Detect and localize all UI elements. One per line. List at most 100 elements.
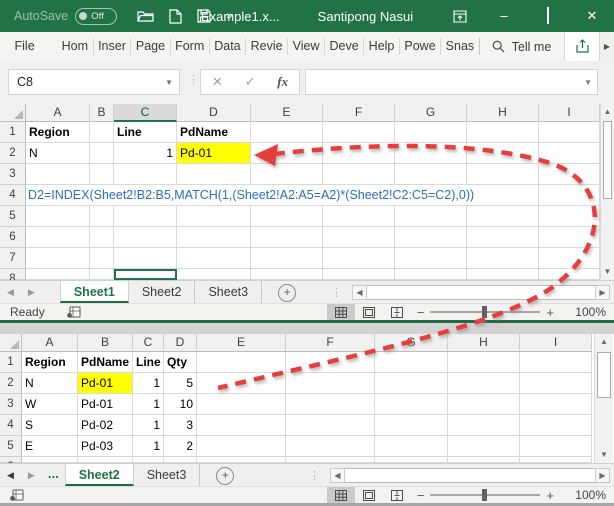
cell-d3[interactable]: 10 — [164, 394, 197, 415]
zoom-out-icon[interactable]: − — [411, 305, 431, 320]
cell[interactable] — [323, 248, 395, 269]
cancel-entry-icon[interactable]: ✕ — [212, 74, 223, 90]
column-header-f[interactable]: F — [323, 104, 395, 122]
sheet-tab-sheet1[interactable]: Sheet1 — [60, 281, 129, 303]
macro-record-icon[interactable] — [67, 306, 81, 318]
zoom-slider-thumb[interactable] — [482, 489, 487, 501]
row-header-3[interactable]: 3 — [0, 164, 26, 185]
cell[interactable] — [114, 164, 177, 185]
column-header-e[interactable]: E — [251, 104, 323, 122]
cell[interactable] — [197, 415, 286, 436]
column-header-f[interactable]: F — [286, 334, 375, 352]
cell[interactable] — [539, 269, 600, 280]
open-folder-icon[interactable] — [137, 9, 154, 23]
cell[interactable] — [114, 227, 177, 248]
column-header-c-selected[interactable]: C — [114, 104, 177, 122]
cell[interactable] — [114, 248, 177, 269]
cell[interactable] — [323, 227, 395, 248]
row-header-4[interactable]: 4 — [0, 185, 26, 206]
cell[interactable] — [177, 227, 251, 248]
tab-insert[interactable]: Inser — [94, 38, 132, 55]
scrollbar-thumb[interactable] — [603, 121, 612, 199]
cell[interactable] — [375, 436, 448, 457]
select-all-corner[interactable] — [0, 334, 22, 352]
autosave-toggle[interactable]: Off — [75, 8, 117, 25]
cell[interactable] — [286, 415, 375, 436]
selected-cell-c8[interactable] — [114, 269, 177, 280]
hscroll-right-icon[interactable]: ▶ — [595, 285, 610, 300]
cell[interactable] — [286, 352, 375, 373]
cell[interactable] — [197, 352, 286, 373]
cell[interactable] — [251, 269, 323, 280]
cell[interactable] — [375, 394, 448, 415]
cell[interactable] — [197, 394, 286, 415]
cell-d1[interactable]: Qty — [164, 352, 197, 373]
column-header-d[interactable]: D — [164, 334, 197, 352]
cell-b5[interactable]: Pd-03 — [78, 436, 133, 457]
cell[interactable] — [251, 248, 323, 269]
cell[interactable] — [520, 436, 592, 457]
tab-page-layout[interactable]: Page — [131, 38, 170, 55]
tab-home[interactable]: Hom — [57, 38, 93, 55]
new-document-icon[interactable] — [169, 9, 182, 24]
row-header-4[interactable]: 4 — [0, 415, 22, 436]
cell[interactable] — [286, 373, 375, 394]
row-header-6[interactable]: 6 — [0, 227, 26, 248]
new-sheet-icon[interactable]: + — [216, 467, 234, 485]
cell[interactable] — [114, 206, 177, 227]
page-layout-view-icon[interactable] — [355, 304, 383, 321]
tab-scroll-right-icon[interactable]: ▶ — [21, 464, 42, 486]
column-header-h[interactable]: H — [448, 334, 520, 352]
cell[interactable] — [375, 352, 448, 373]
horizontal-scrollbar[interactable]: ⋮ ◀ ▶ — [309, 464, 610, 486]
tab-developer[interactable]: Deve — [325, 38, 364, 55]
page-break-view-icon[interactable] — [383, 487, 411, 504]
cell[interactable] — [251, 227, 323, 248]
tab-data[interactable]: Data — [210, 38, 246, 55]
normal-view-icon[interactable] — [327, 487, 355, 504]
cell[interactable] — [467, 143, 539, 164]
hscroll-left-icon[interactable]: ◀ — [352, 285, 367, 300]
row-header-3[interactable]: 3 — [0, 394, 22, 415]
tab-help[interactable]: Help — [364, 38, 400, 55]
cell[interactable] — [395, 269, 467, 280]
cell[interactable] — [177, 269, 251, 280]
cell-b2-highlighted[interactable]: Pd-01 — [78, 373, 133, 394]
column-header-a[interactable]: A — [22, 334, 78, 352]
cell[interactable] — [323, 122, 395, 143]
cell[interactable] — [395, 248, 467, 269]
cell[interactable] — [90, 248, 114, 269]
cell[interactable] — [26, 164, 90, 185]
cell-b3[interactable]: Pd-01 — [78, 394, 133, 415]
zoom-level[interactable]: 100% — [568, 305, 606, 319]
cell-a3[interactable]: W — [22, 394, 78, 415]
cell[interactable] — [197, 436, 286, 457]
cell[interactable] — [395, 122, 467, 143]
tab-formulas[interactable]: Form — [171, 38, 210, 55]
row-header-5[interactable]: 5 — [0, 206, 26, 227]
cell[interactable] — [539, 206, 600, 227]
scroll-up-icon[interactable]: ▲ — [595, 334, 613, 350]
row-header-1[interactable]: 1 — [0, 352, 22, 373]
zoom-slider-thumb[interactable] — [482, 306, 487, 318]
cell[interactable] — [539, 227, 600, 248]
cell[interactable] — [26, 227, 90, 248]
zoom-slider[interactable] — [430, 311, 540, 313]
select-all-corner[interactable] — [0, 104, 26, 122]
cell-d1[interactable]: PdName — [177, 122, 251, 143]
formula-bar-expand-icon[interactable]: ▼ — [584, 78, 592, 87]
cell[interactable] — [251, 164, 323, 185]
cell[interactable] — [323, 143, 395, 164]
tab-scroll-left-icon[interactable]: ◀ — [0, 281, 21, 303]
zoom-level[interactable]: 100% — [568, 488, 606, 502]
maximize-button[interactable] — [526, 0, 570, 32]
column-header-b[interactable]: B — [90, 104, 114, 122]
cell[interactable] — [395, 206, 467, 227]
cell[interactable] — [395, 227, 467, 248]
normal-view-icon[interactable] — [327, 304, 355, 321]
cell-c2[interactable]: 1 — [133, 373, 164, 394]
cell[interactable] — [520, 394, 592, 415]
cell[interactable] — [520, 373, 592, 394]
scroll-up-icon[interactable]: ▲ — [601, 104, 614, 120]
zoom-slider[interactable] — [430, 494, 540, 496]
